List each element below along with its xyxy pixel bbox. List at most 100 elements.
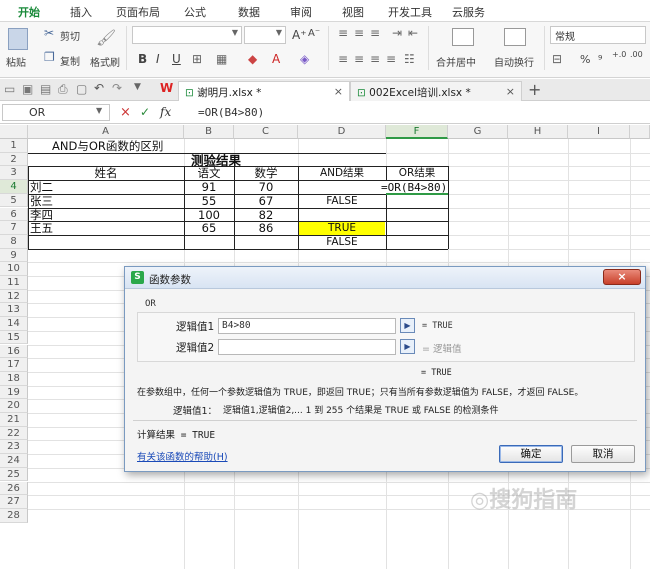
tab-cloud[interactable]: 云服务 [452, 4, 485, 20]
highlight-icon[interactable]: ◆ [248, 52, 257, 66]
align-top-icon[interactable]: ≡ [338, 26, 348, 40]
header-name[interactable]: 姓名 [28, 167, 184, 180]
currency-icon[interactable]: ⊟ [552, 52, 562, 66]
cut-button[interactable]: 剪切 [60, 28, 80, 43]
cell-and-result[interactable]: FALSE [298, 195, 386, 208]
font-shrink-button[interactable]: A⁻ [308, 28, 320, 39]
row-header[interactable]: 20 [0, 399, 28, 413]
row-header[interactable]: 16 [0, 344, 28, 359]
row-header[interactable]: 2 [0, 152, 28, 167]
function-arguments-dialog[interactable]: S 函数参数 × OR 逻辑值1 B4>80 ▶ = TRUE 逻辑值2 ▶ =… [124, 266, 646, 472]
row-header[interactable]: 13 [0, 303, 28, 318]
chevron-down-icon[interactable]: ▼ [96, 106, 102, 115]
bold-button[interactable]: B [138, 52, 147, 66]
arg1-input[interactable]: B4>80 [218, 318, 396, 334]
cell-chinese[interactable]: 55 [184, 194, 234, 208]
tab-insert[interactable]: 插入 [70, 4, 92, 20]
column-header-i[interactable]: I [568, 125, 630, 139]
cell-chinese[interactable]: 65 [184, 222, 234, 235]
row-header[interactable]: 7 [0, 221, 28, 235]
cancel-button[interactable]: 取消 [571, 445, 635, 463]
row-header[interactable]: 10 [0, 262, 28, 276]
save-icon[interactable]: ▣ [22, 82, 33, 96]
preview-icon[interactable]: ▢ [76, 82, 87, 96]
tab-page-layout[interactable]: 页面布局 [116, 4, 160, 20]
insert-function-icon[interactable]: fx [160, 105, 171, 119]
row-header[interactable]: 23 [0, 440, 28, 455]
column-header-d[interactable]: D [298, 125, 386, 139]
cell-chinese[interactable]: 100 [184, 208, 234, 222]
number-format-combo[interactable]: 常规 [550, 26, 646, 44]
cell-reference-icon[interactable]: ▶ [400, 339, 415, 354]
row-header[interactable]: 21 [0, 413, 28, 427]
name-box[interactable]: OR [2, 104, 110, 121]
row-header[interactable]: 12 [0, 289, 28, 304]
align-center-icon[interactable]: ≡ [354, 52, 364, 66]
header-chinese[interactable]: 语文 [184, 167, 234, 180]
header-math[interactable]: 数学 [234, 167, 298, 180]
row-header[interactable]: 14 [0, 317, 28, 331]
font-name-combo[interactable]: ▼ [132, 26, 242, 44]
close-tab-icon[interactable]: × [506, 85, 515, 98]
align-right-icon[interactable]: ≡ [370, 52, 380, 66]
row-header[interactable]: 11 [0, 276, 28, 290]
dialog-title-bar[interactable]: S 函数参数 × [125, 267, 645, 289]
cell-reference-icon[interactable]: ▶ [400, 318, 415, 333]
row-header[interactable]: 8 [0, 234, 28, 249]
align-middle-icon[interactable]: ≡ [354, 26, 364, 40]
cell-math[interactable]: 70 [234, 181, 298, 194]
row-header[interactable]: 4 [0, 180, 28, 194]
paste-label[interactable]: 粘贴 [6, 54, 26, 69]
close-tab-icon[interactable]: × [334, 85, 343, 98]
merge-center-icon[interactable] [452, 28, 474, 46]
copy-icon[interactable]: ❐ [44, 50, 55, 64]
row-header[interactable]: 17 [0, 358, 28, 372]
row-header[interactable]: 28 [0, 508, 28, 523]
distribute-icon[interactable]: ☷ [404, 52, 415, 66]
cell-math[interactable]: 86 [234, 222, 298, 235]
header-or-result[interactable]: OR结果 [386, 167, 448, 180]
tab-formulas[interactable]: 公式 [184, 4, 206, 20]
scissors-icon[interactable]: ✂ [44, 26, 54, 40]
row-header[interactable]: 6 [0, 207, 28, 222]
font-grow-button[interactable]: A⁺ [292, 28, 307, 42]
increase-decimal-button[interactable]: +.0 [612, 50, 626, 59]
column-header-a[interactable]: A [28, 125, 184, 139]
cell-math[interactable]: 82 [234, 208, 298, 222]
format-painter-button[interactable]: 格式刷 [90, 54, 120, 69]
arg2-input[interactable] [218, 339, 396, 355]
confirm-icon[interactable]: ✓ [140, 105, 150, 119]
ok-button[interactable]: 确定 [499, 445, 563, 463]
clear-format-icon[interactable]: ◈ [300, 52, 309, 66]
sheet-title[interactable]: 测验结果 [184, 154, 248, 167]
column-header-next[interactable] [630, 125, 650, 139]
cell-math[interactable]: 67 [234, 194, 298, 208]
cell-and-result[interactable]: FALSE [298, 236, 386, 249]
redo-icon[interactable]: ↷ [112, 81, 122, 95]
decrease-decimal-button[interactable]: .00 [630, 50, 643, 59]
wrap-text-button[interactable]: 自动换行 [494, 54, 534, 69]
percent-button[interactable]: % [580, 53, 590, 66]
outdent-icon[interactable]: ⇤ [408, 26, 418, 40]
row-header[interactable]: 9 [0, 248, 28, 263]
column-header-g[interactable]: G [448, 125, 508, 139]
column-header-b[interactable]: B [184, 125, 234, 139]
row-header[interactable]: 26 [0, 481, 28, 496]
cell-name[interactable]: 张三 [30, 194, 53, 208]
column-header-f[interactable]: F [386, 125, 448, 139]
cell-a1[interactable]: AND与OR函数的区别 [52, 139, 163, 153]
font-size-combo[interactable]: ▼ [244, 26, 286, 44]
row-header[interactable]: 1 [0, 139, 28, 153]
cancel-icon[interactable]: × [120, 105, 131, 120]
document-tab-1[interactable]: ⊡ 谢明月.xlsx * × [178, 81, 350, 101]
underline-button[interactable]: U [172, 52, 181, 66]
tab-developer[interactable]: 开发工具 [388, 4, 432, 20]
cell-chinese[interactable]: 91 [184, 181, 234, 194]
formula-input[interactable]: =OR(B4>80) [198, 106, 264, 119]
align-left-icon[interactable]: ≡ [338, 52, 348, 66]
italic-button[interactable]: I [156, 52, 160, 66]
row-header[interactable]: 19 [0, 385, 28, 400]
select-all-corner[interactable] [0, 125, 28, 139]
column-header-c[interactable]: C [234, 125, 298, 139]
tab-view[interactable]: 视图 [342, 4, 364, 20]
